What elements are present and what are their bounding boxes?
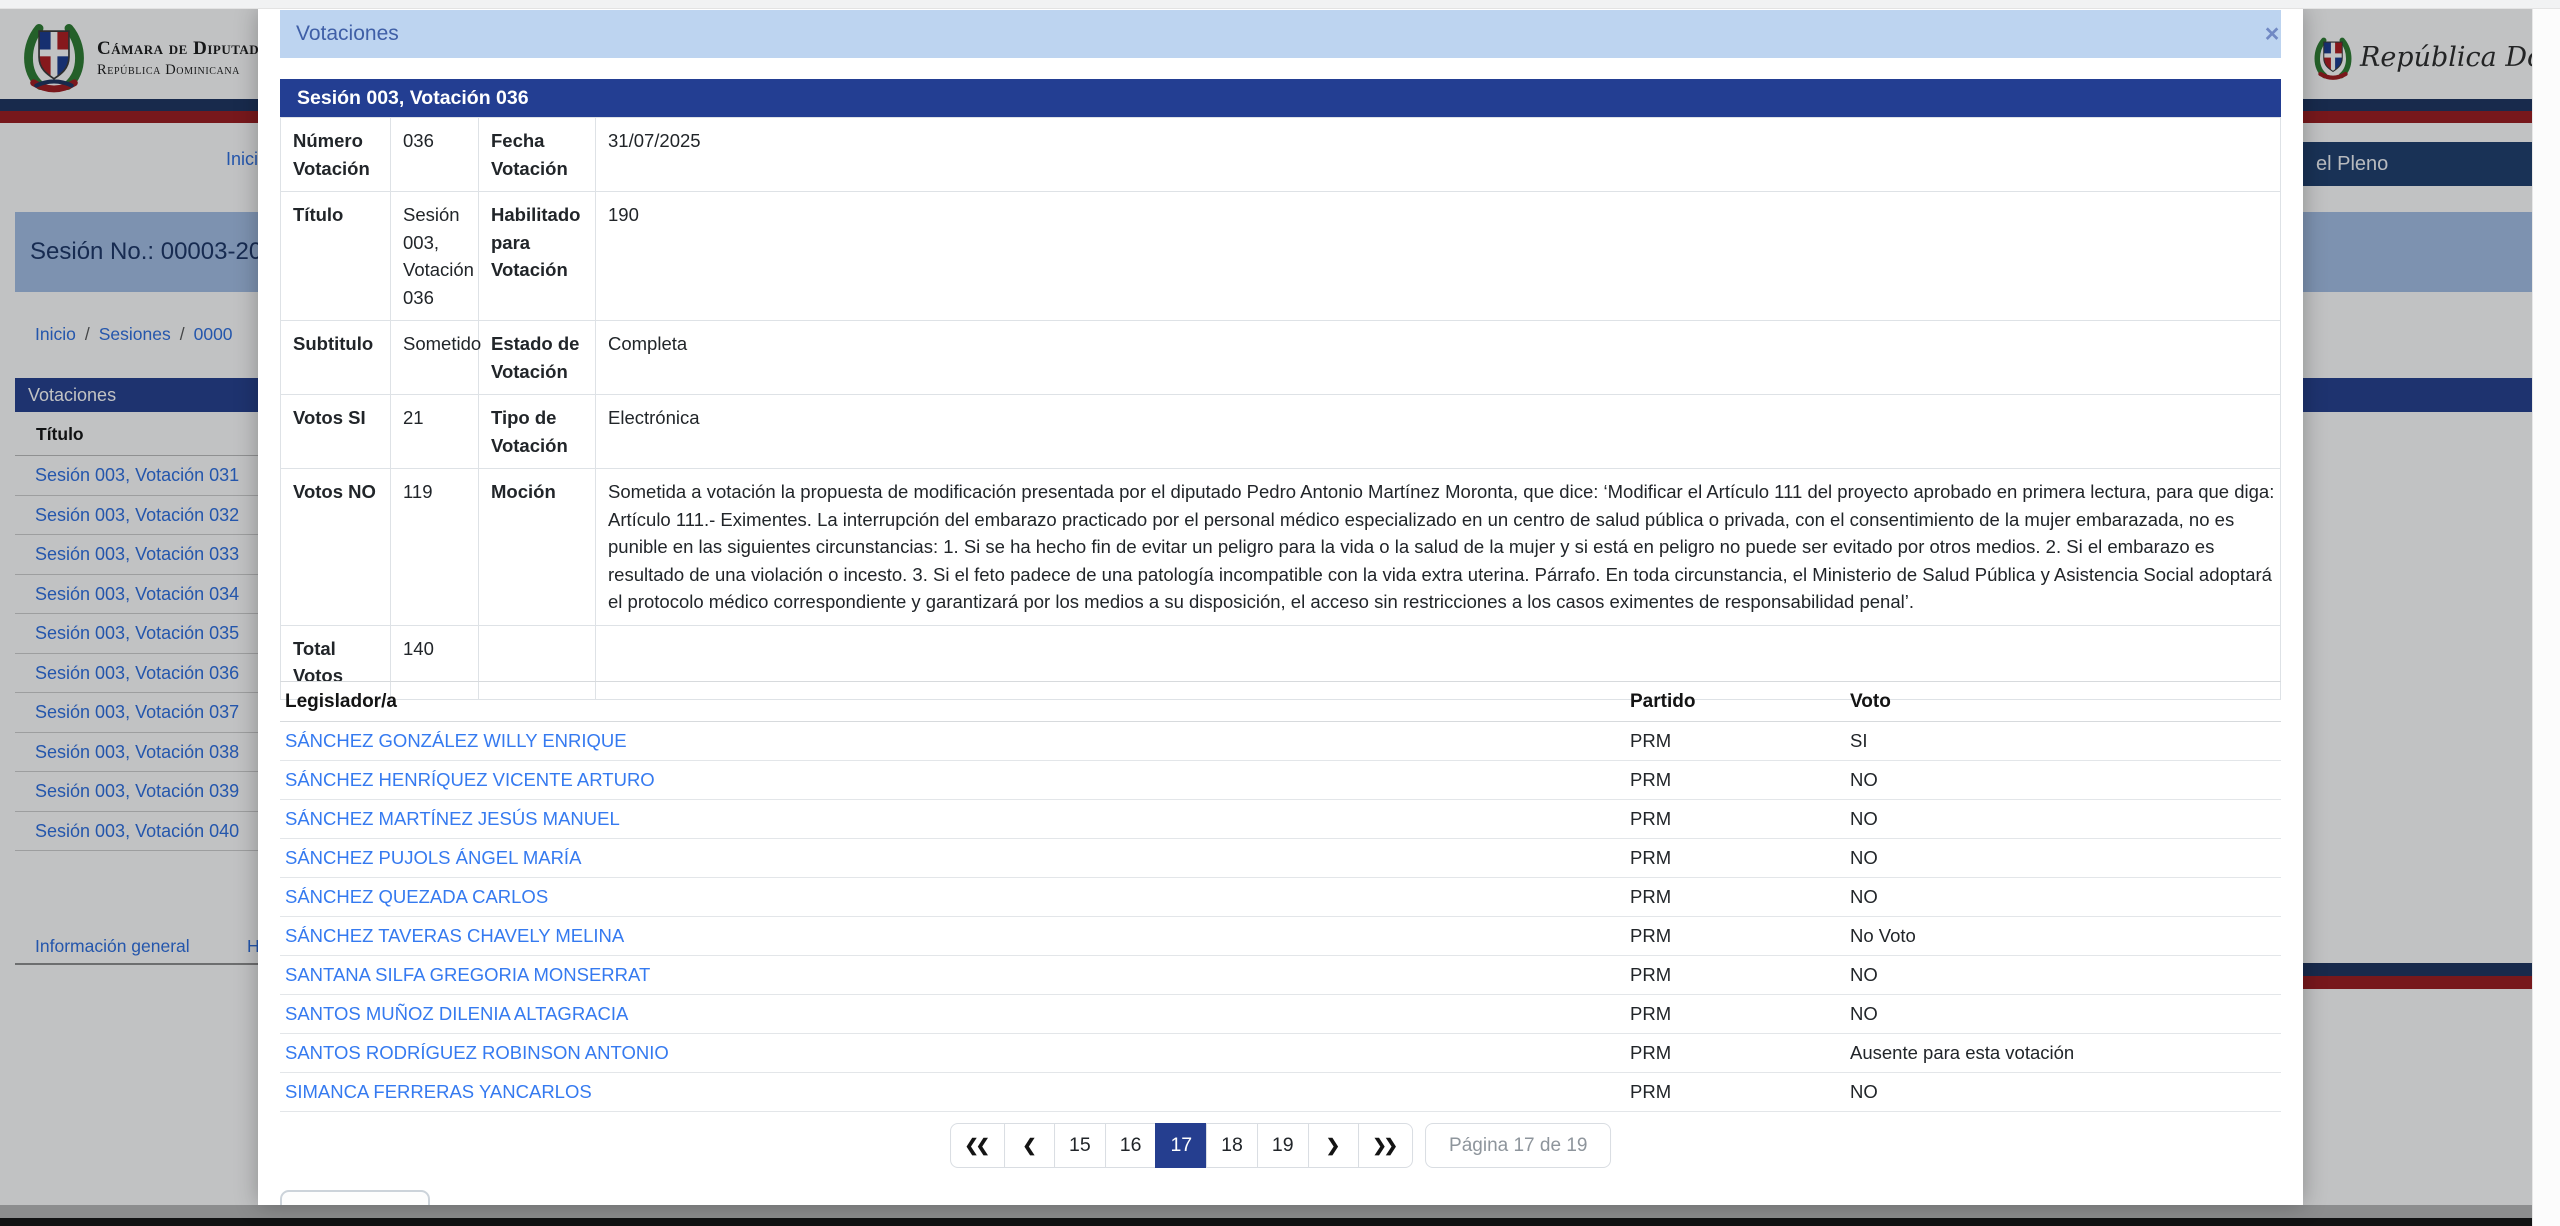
vote-cell: SI xyxy=(1845,721,2281,761)
legislator-link[interactable]: SÁNCHEZ QUEZADA CARLOS xyxy=(280,877,1625,917)
export-button-clipped[interactable] xyxy=(280,1190,430,1205)
col-header-partido: Partido xyxy=(1625,681,1845,722)
party-cell: PRM xyxy=(1625,799,1845,839)
party-cell: PRM xyxy=(1625,877,1845,917)
party-cell: PRM xyxy=(1625,1033,1845,1073)
detail-label: Moción xyxy=(478,468,596,626)
prev-page-button[interactable]: ❮ xyxy=(1004,1123,1056,1168)
first-page-button[interactable]: ❮❮ xyxy=(949,1123,1006,1168)
page-button-16[interactable]: 16 xyxy=(1104,1123,1157,1168)
table-row: Votos SI 21 Tipo de Votación Electrónica xyxy=(280,394,2281,469)
col-header-voto: Voto xyxy=(1845,681,2281,722)
pagination: ❮❮ ❮ 15 16 17 18 19 ❯ ❯❯ Página 17 de 19 xyxy=(949,1123,1612,1168)
legislator-link[interactable]: SÁNCHEZ PUJOLS ÁNGEL MARÍA xyxy=(280,838,1625,878)
table-row: SÁNCHEZ HENRÍQUEZ VICENTE ARTURO PRM NO xyxy=(280,760,2281,800)
page-button-18[interactable]: 18 xyxy=(1206,1123,1258,1168)
table-row: SÁNCHEZ GONZÁLEZ WILLY ENRIQUE PRM SI xyxy=(280,721,2281,761)
page-button-15[interactable]: 15 xyxy=(1054,1123,1106,1168)
detail-label: Título xyxy=(280,191,391,321)
legislator-link[interactable]: SANTOS MUÑOZ DILENIA ALTAGRACIA xyxy=(280,994,1625,1034)
detail-label: Estado de Votación xyxy=(478,320,596,395)
legislator-link[interactable]: SÁNCHEZ HENRÍQUEZ VICENTE ARTURO xyxy=(280,760,1625,800)
legislator-link[interactable]: SÁNCHEZ GONZÁLEZ WILLY ENRIQUE xyxy=(280,721,1625,761)
detail-label: Fecha Votación xyxy=(478,117,596,192)
legislator-link[interactable]: SIMANCA FERRERAS YANCARLOS xyxy=(280,1072,1625,1112)
table-row: SÁNCHEZ QUEZADA CARLOS PRM NO xyxy=(280,877,2281,917)
party-cell: PRM xyxy=(1625,838,1845,878)
last-page-button[interactable]: ❯❯ xyxy=(1357,1123,1414,1168)
table-row: Número Votación 036 Fecha Votación 31/07… xyxy=(280,117,2281,192)
vote-cell: Ausente para esta votación xyxy=(1845,1033,2281,1073)
vote-cell: No Voto xyxy=(1845,916,2281,956)
mocion-text: Sometida a votación la propuesta de modi… xyxy=(595,468,2281,626)
table-row: SIMANCA FERRERAS YANCARLOS PRM NO xyxy=(280,1072,2281,1112)
table-row: Subtitulo Sometido Estado de Votación Co… xyxy=(280,320,2281,395)
col-header-legislador: Legislador/a xyxy=(280,681,1625,722)
table-header-row: Legislador/a Partido Voto xyxy=(280,681,2281,722)
vote-cell: NO xyxy=(1845,994,2281,1034)
table-row: Título Sesión 003, Votación 036 Habilita… xyxy=(280,191,2281,321)
page-button-17-active[interactable]: 17 xyxy=(1155,1123,1208,1168)
detail-value: 036 xyxy=(390,117,479,192)
detail-value: 31/07/2025 xyxy=(595,117,2281,192)
vote-cell: NO xyxy=(1845,877,2281,917)
party-cell: PRM xyxy=(1625,955,1845,995)
table-row: Votos NO 119 Moción Sometida a votación … xyxy=(280,468,2281,626)
party-cell: PRM xyxy=(1625,1072,1845,1112)
votaciones-modal: Votaciones × Sesión 003, Votación 036 Nú… xyxy=(258,9,2303,1205)
modal-title: Votaciones xyxy=(296,22,399,45)
screen: Cámara de Diputados República Dominicana xyxy=(0,0,2560,1226)
votation-section-header: Sesión 003, Votación 036 xyxy=(280,79,2281,117)
page-button-19[interactable]: 19 xyxy=(1256,1123,1309,1168)
detail-value: 119 xyxy=(390,468,479,626)
detail-value: Sometido xyxy=(390,320,481,395)
party-cell: PRM xyxy=(1625,760,1845,800)
pagination-status: Página 17 de 19 xyxy=(1425,1123,1612,1168)
detail-value: 190 xyxy=(595,191,2281,321)
legislator-link[interactable]: SANTANA SILFA GREGORIA MONSERRAT xyxy=(280,955,1625,995)
table-row: SANTOS RODRÍGUEZ ROBINSON ANTONIO PRM Au… xyxy=(280,1033,2281,1073)
table-row: SANTANA SILFA GREGORIA MONSERRAT PRM NO xyxy=(280,955,2281,995)
detail-label: Habilitado para Votación xyxy=(478,191,596,321)
modal-header: Votaciones × xyxy=(280,10,2281,58)
detail-label: Tipo de Votación xyxy=(478,394,596,469)
close-icon[interactable]: × xyxy=(2255,17,2289,51)
table-row: SÁNCHEZ PUJOLS ÁNGEL MARÍA PRM NO xyxy=(280,838,2281,878)
detail-label: Subtitulo xyxy=(280,320,391,395)
detail-value: Sesión 003, Votación 036 xyxy=(390,191,479,321)
legislator-link[interactable]: SÁNCHEZ TAVERAS CHAVELY MELINA xyxy=(280,916,1625,956)
legislators-table: Legislador/a Partido Voto SÁNCHEZ GONZÁL… xyxy=(280,681,2281,1112)
vote-cell: NO xyxy=(1845,760,2281,800)
vote-cell: NO xyxy=(1845,1072,2281,1112)
legislator-link[interactable]: SÁNCHEZ MARTÍNEZ JESÚS MANUEL xyxy=(280,799,1625,839)
vote-cell: NO xyxy=(1845,799,2281,839)
next-page-button[interactable]: ❯ xyxy=(1307,1123,1359,1168)
votation-details-table: Número Votación 036 Fecha Votación 31/07… xyxy=(280,117,2281,700)
detail-value: Completa xyxy=(595,320,2281,395)
party-cell: PRM xyxy=(1625,994,1845,1034)
detail-label: Votos SI xyxy=(280,394,391,469)
detail-label: Votos NO xyxy=(280,468,391,626)
table-row: SÁNCHEZ TAVERAS CHAVELY MELINA PRM No Vo… xyxy=(280,916,2281,956)
table-row: SÁNCHEZ MARTÍNEZ JESÚS MANUEL PRM NO xyxy=(280,799,2281,839)
detail-value: 21 xyxy=(390,394,479,469)
detail-label: Número Votación xyxy=(280,117,391,192)
legislator-link[interactable]: SANTOS RODRÍGUEZ ROBINSON ANTONIO xyxy=(280,1033,1625,1073)
scrollbar-track[interactable] xyxy=(2532,0,2560,1226)
detail-value: Electrónica xyxy=(595,394,2281,469)
table-row: SANTOS MUÑOZ DILENIA ALTAGRACIA PRM NO xyxy=(280,994,2281,1034)
party-cell: PRM xyxy=(1625,721,1845,761)
browser-edge-strip xyxy=(0,0,2560,9)
vote-cell: NO xyxy=(1845,838,2281,878)
vote-cell: NO xyxy=(1845,955,2281,995)
party-cell: PRM xyxy=(1625,916,1845,956)
